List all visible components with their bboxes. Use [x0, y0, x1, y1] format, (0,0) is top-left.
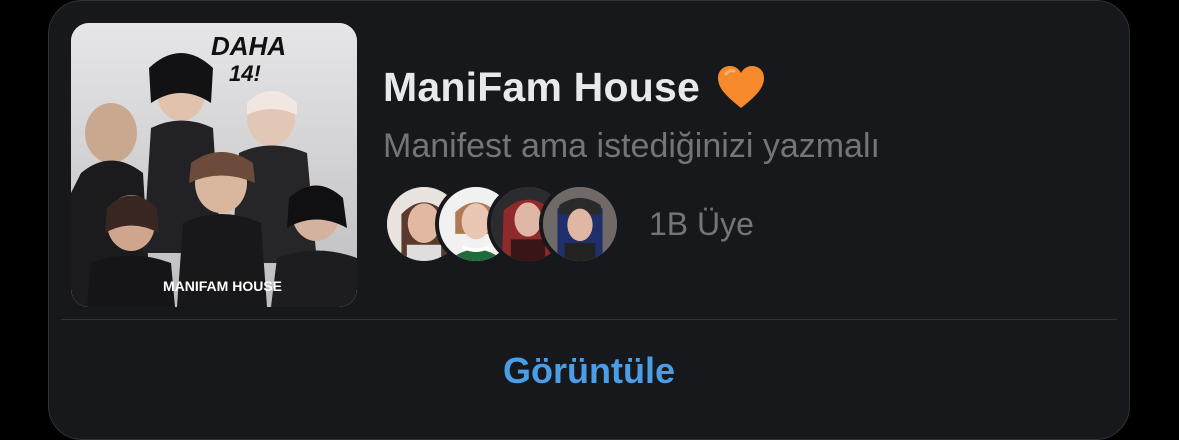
- community-cover-image: DAHA 14! MANIFAM HOUSE: [71, 23, 357, 307]
- divider: [61, 319, 1117, 320]
- community-card[interactable]: DAHA 14! MANIFAM HOUSE ManiFam House Man…: [48, 0, 1130, 440]
- community-description: Manifest ama istediğinizi yazmalı: [383, 127, 880, 165]
- view-button[interactable]: Görüntüle: [49, 321, 1129, 421]
- community-info: ManiFam House Manifest ama istediğinizi …: [383, 59, 1109, 166]
- title-row: ManiFam House: [383, 59, 1109, 115]
- svg-text:14!: 14!: [229, 61, 261, 86]
- svg-text:DAHA: DAHA: [211, 31, 286, 61]
- svg-text:MANIFAM HOUSE: MANIFAM HOUSE: [163, 278, 282, 294]
- member-count: 1B Üye: [649, 205, 754, 242]
- members-row[interactable]: 1B Üye: [383, 183, 754, 265]
- community-title[interactable]: ManiFam House: [383, 64, 700, 111]
- member-avatars[interactable]: [383, 183, 621, 265]
- member-avatar: [539, 183, 621, 265]
- orange-heart-icon: [716, 64, 766, 110]
